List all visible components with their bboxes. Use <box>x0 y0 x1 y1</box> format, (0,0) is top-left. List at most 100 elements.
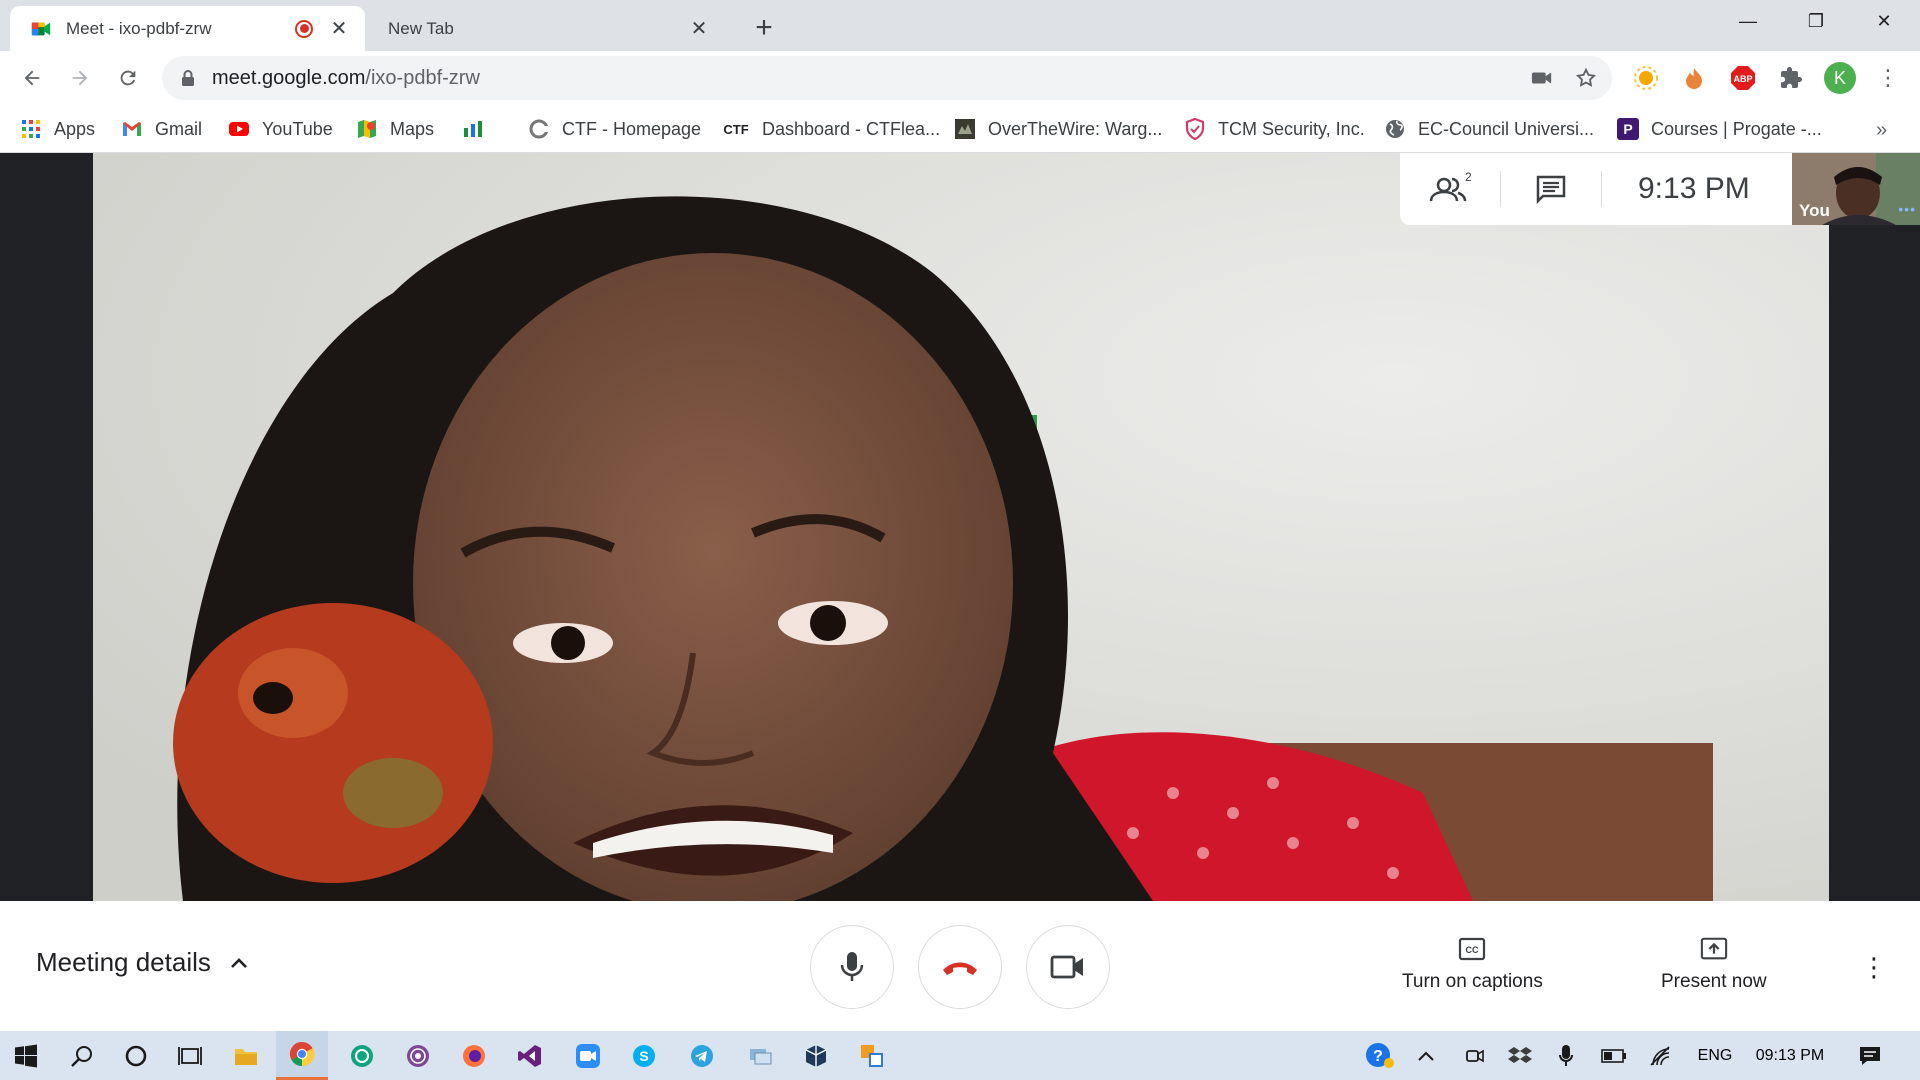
forward-button[interactable] <box>62 60 98 96</box>
captions-icon-text: CC <box>1466 945 1479 955</box>
url-path: /ixo-pdbf-zrw <box>365 66 480 89</box>
close-tab-icon[interactable]: ✕ <box>687 17 711 41</box>
remote-desktop-icon[interactable] <box>846 1031 898 1080</box>
camera-button[interactable] <box>1026 925 1110 1009</box>
closed-captions-icon: CC <box>1459 937 1486 961</box>
new-tab-button[interactable]: + <box>748 11 780 44</box>
task-view-icon[interactable] <box>164 1031 216 1080</box>
more-options-button[interactable]: ⋮ <box>1860 951 1888 983</box>
search-icon[interactable] <box>56 1031 108 1080</box>
ctf-homepage-icon <box>529 119 549 139</box>
video-camera-icon <box>1050 955 1083 979</box>
tor-icon[interactable] <box>392 1031 444 1080</box>
bookmark-ec-council[interactable]: EC-Council Universi... <box>1384 115 1594 143</box>
cortana-icon[interactable] <box>110 1031 162 1080</box>
bookmarks-overflow-button[interactable]: » <box>1876 119 1887 142</box>
windows-start-icon[interactable] <box>0 1031 52 1080</box>
battery-icon[interactable] <box>1594 1031 1634 1080</box>
bookmark-youtube[interactable]: YouTube <box>228 115 333 143</box>
visual-studio-icon[interactable] <box>504 1031 556 1080</box>
recording-indicator-icon <box>295 19 313 38</box>
fire-extension-icon[interactable] <box>1678 62 1710 94</box>
camera-in-use-icon[interactable] <box>1524 60 1560 96</box>
adblock-plus-icon[interactable]: ABP <box>1727 62 1759 94</box>
captions-button[interactable]: CC Turn on captions <box>1402 935 1543 993</box>
present-screen-icon <box>1700 937 1727 960</box>
bookmark-label: Maps <box>390 118 435 139</box>
adblock-label: ABP <box>1733 74 1752 84</box>
url-text: meet.google.com/ixo-pdbf-zrw <box>212 67 1524 90</box>
meet-now-icon[interactable] <box>1454 1031 1494 1080</box>
wifi-icon[interactable] <box>1642 1031 1682 1080</box>
chatgpt-icon[interactable] <box>336 1031 388 1080</box>
bookmark-label: TCM Security, Inc. <box>1218 118 1365 139</box>
bookmark-gmail[interactable]: Gmail <box>121 115 202 143</box>
microphone-in-use-icon[interactable] <box>1546 1031 1586 1080</box>
participant-video[interactable] <box>93 153 1829 901</box>
bookmark-maps[interactable]: Maps <box>356 115 434 143</box>
self-view-tile[interactable]: You ••• <box>1792 153 1920 225</box>
bookmark-progate[interactable]: P Courses | Progate -... <box>1617 115 1822 143</box>
url-host: meet.google.com <box>212 66 366 89</box>
people-icon: 2 <box>1429 171 1472 202</box>
bookmark-label: CTF - Homepage <box>562 118 702 139</box>
svg-text:S: S <box>639 1048 648 1064</box>
bookmark-overthewire[interactable]: OverTheWire: Warg... <box>954 115 1162 143</box>
microphone-button[interactable] <box>810 925 894 1009</box>
chrome-icon[interactable] <box>276 1031 328 1080</box>
bookmark-tcm-security[interactable]: TCM Security, Inc. <box>1184 115 1365 143</box>
profile-avatar[interactable]: K <box>1824 62 1856 94</box>
notifications-icon[interactable] <box>1850 1031 1890 1080</box>
globe-icon <box>1386 120 1404 138</box>
present-label: Present now <box>1661 971 1767 992</box>
bookmark-ctf-homepage[interactable]: CTF - Homepage <box>528 115 701 143</box>
help-icon[interactable]: ? <box>1358 1031 1402 1080</box>
ctf-dashboard-icon: CTF <box>723 121 749 137</box>
progate-icon: P <box>1617 118 1639 140</box>
hang-up-icon <box>943 962 977 975</box>
bookmark-star-icon[interactable] <box>1568 60 1604 96</box>
bookmark-label: Courses | Progate -... <box>1651 118 1822 139</box>
chat-icon <box>1536 175 1566 204</box>
bookmark-apps[interactable]: Apps <box>20 115 95 143</box>
reload-button[interactable] <box>110 60 146 96</box>
meet-controls-bar: Meeting details CC Turn on captions Pres… <box>0 901 1920 1031</box>
zoom-icon[interactable] <box>562 1031 614 1080</box>
bookmark-label: EC-Council Universi... <box>1418 118 1595 139</box>
bookmark-label: OverTheWire: Warg... <box>988 118 1163 139</box>
vm-icon[interactable] <box>734 1031 786 1080</box>
bookmark-ctf-dashboard[interactable]: CTF Dashboard - CTFlea... <box>722 115 940 143</box>
chevron-up-icon[interactable] <box>1408 1031 1444 1080</box>
taskbar-clock[interactable]: 09:13 PM <box>1748 1031 1832 1080</box>
self-options-icon[interactable]: ••• <box>1898 201 1916 217</box>
close-tab-icon[interactable]: ✕ <box>327 17 351 41</box>
leave-call-button[interactable] <box>918 925 1002 1009</box>
minimize-button[interactable]: — <box>1714 0 1782 42</box>
file-explorer-icon[interactable] <box>220 1031 272 1080</box>
meet-top-bar: 2 9:13 PM <box>1400 153 1792 225</box>
meeting-details-button[interactable]: Meeting details <box>36 947 251 978</box>
bookmark-analytics[interactable] <box>462 115 496 143</box>
tab-new-tab[interactable]: New Tab ✕ <box>370 6 725 51</box>
dropbox-icon[interactable] <box>1500 1031 1540 1080</box>
virtualbox-icon[interactable] <box>790 1031 842 1080</box>
meeting-clock: 9:13 PM <box>1638 172 1750 205</box>
chrome-menu-button[interactable]: ⋮ <box>1872 62 1904 94</box>
bookmark-label: YouTube <box>262 118 333 139</box>
chat-button[interactable] <box>1501 153 1601 225</box>
telegram-icon[interactable] <box>676 1031 728 1080</box>
back-button[interactable] <box>14 60 50 96</box>
tab-title: Meet - ixo-pdbf-zrw <box>66 18 212 38</box>
firefox-icon[interactable] <box>448 1031 500 1080</box>
present-now-button[interactable]: Present now <box>1661 935 1767 993</box>
sun-extension-icon[interactable] <box>1630 62 1662 94</box>
puzzle-extensions-icon[interactable] <box>1775 62 1807 94</box>
skype-icon[interactable]: S <box>618 1031 670 1080</box>
restore-button[interactable]: ❐ <box>1782 0 1850 42</box>
apps-grid-icon <box>22 120 40 138</box>
close-window-button[interactable]: ✕ <box>1850 0 1918 42</box>
participants-button[interactable]: 2 <box>1400 153 1500 225</box>
tab-meet[interactable]: Meet - ixo-pdbf-zrw ✕ <box>10 6 365 51</box>
address-bar[interactable]: meet.google.com/ixo-pdbf-zrw <box>162 56 1612 100</box>
language-indicator[interactable]: ENG <box>1690 1031 1740 1080</box>
